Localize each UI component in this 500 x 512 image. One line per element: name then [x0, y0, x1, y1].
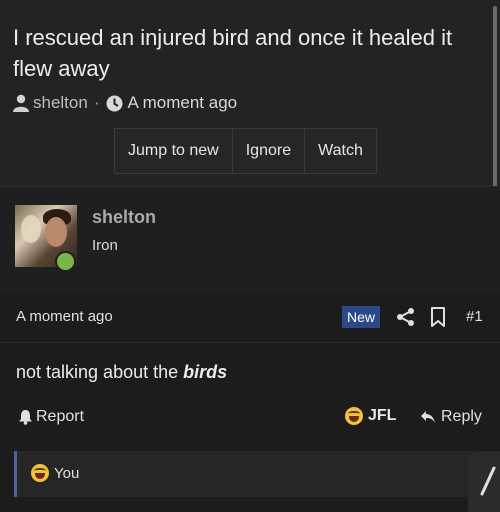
- jump-to-new-button[interactable]: Jump to new: [115, 129, 233, 173]
- avatar-face-right: [45, 217, 67, 247]
- clock-icon: [106, 95, 122, 111]
- report-label: Report: [36, 408, 85, 425]
- report-button[interactable]: Report: [18, 408, 84, 426]
- thread-meta: shelton · A moment ago: [13, 92, 237, 114]
- post-body: not talking about the birds: [16, 362, 227, 383]
- online-status-indicator: [55, 251, 76, 272]
- reaction-label: JFL: [368, 407, 397, 424]
- thread-action-buttons: Jump to new Ignore Watch: [114, 128, 377, 174]
- thread-header: I rescued an injured bird and once it he…: [0, 0, 500, 186]
- post-header: A moment ago New #1: [0, 290, 500, 343]
- meta-separator: ·: [93, 93, 100, 112]
- reactions-summary-text: You: [54, 464, 80, 482]
- post-number[interactable]: #1: [466, 308, 483, 325]
- reactions-summary[interactable]: You: [14, 451, 500, 497]
- post-actions: Report JFL Reply: [0, 405, 500, 435]
- laughing-emoji-icon: [345, 407, 363, 425]
- watch-button[interactable]: Watch: [305, 129, 376, 173]
- reaction-button[interactable]: JFL: [345, 407, 396, 425]
- post-user-block: shelton Iron: [0, 186, 500, 291]
- pencil-icon: [480, 466, 496, 496]
- thread-time[interactable]: A moment ago: [128, 93, 238, 113]
- user-icon: [13, 94, 29, 112]
- floating-edit-button[interactable]: [468, 452, 500, 512]
- post-text: not talking about the: [16, 362, 184, 382]
- laughing-emoji-icon: [31, 464, 49, 482]
- new-badge: New: [342, 306, 381, 328]
- thread-title: I rescued an injured bird and once it he…: [13, 25, 453, 81]
- reply-label: Reply: [441, 408, 482, 425]
- bell-icon: [19, 410, 32, 425]
- reply-button[interactable]: Reply: [420, 408, 482, 426]
- post-text-emphasis: birds: [183, 362, 228, 382]
- bookmark-icon[interactable]: [430, 307, 446, 327]
- post-username[interactable]: shelton: [92, 207, 156, 228]
- post-time[interactable]: A moment ago: [16, 308, 113, 325]
- ignore-button[interactable]: Ignore: [233, 129, 306, 173]
- reply-icon: [421, 411, 435, 423]
- share-icon[interactable]: [396, 307, 416, 327]
- avatar-face-left: [21, 215, 41, 243]
- thread-author-link[interactable]: shelton: [33, 93, 88, 113]
- user-title: Iron: [92, 237, 118, 254]
- reactions-summary-content: You: [31, 464, 79, 482]
